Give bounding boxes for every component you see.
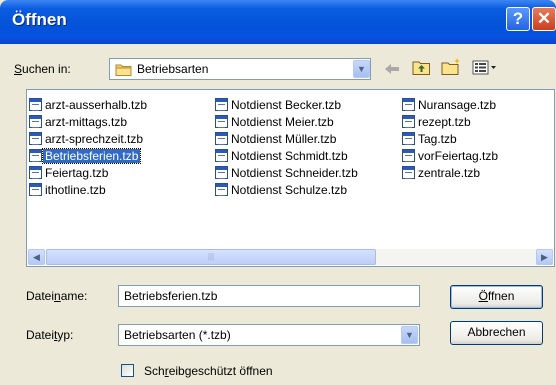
horizontal-scrollbar[interactable]: ◀ ||| ▶ xyxy=(28,249,553,265)
file-name: Feiertag.tzb xyxy=(45,165,109,180)
filetype-select[interactable]: Betriebsarten (*.tzb) xyxy=(118,324,420,346)
back-arrow-icon[interactable] xyxy=(384,62,400,76)
file-name: Nuransage.tzb xyxy=(418,97,497,112)
file-name: arzt-ausserhalb.tzb xyxy=(45,97,148,112)
file-item[interactable]: Notdienst Becker.tzb xyxy=(215,96,341,113)
tzb-file-icon xyxy=(29,98,42,111)
file-item[interactable]: ithotline.tzb xyxy=(29,181,106,198)
tzb-file-icon xyxy=(402,98,415,111)
file-name: Notdienst Schneider.tzb xyxy=(231,165,358,180)
tzb-file-icon xyxy=(402,149,415,162)
scroll-thumb[interactable]: ||| xyxy=(46,249,376,265)
filename-input[interactable]: Betriebsferien.tzb xyxy=(118,285,420,307)
file-item[interactable]: vorFeiertag.tzb xyxy=(402,147,498,164)
lookin-value: Betriebsarten xyxy=(137,62,209,76)
tzb-file-icon xyxy=(215,132,228,145)
file-name: rezept.tzb xyxy=(418,114,471,129)
lookin-label: Suchen in: xyxy=(14,62,71,76)
file-item[interactable]: Notdienst Schulze.tzb xyxy=(215,181,347,198)
readonly-checkbox[interactable] xyxy=(121,364,134,377)
up-folder-icon[interactable] xyxy=(412,59,431,76)
tzb-file-icon xyxy=(215,115,228,128)
cancel-button[interactable]: Abbrechen xyxy=(450,321,543,345)
filetype-dropdown-button[interactable]: ▼ xyxy=(401,326,418,344)
tzb-file-icon xyxy=(402,115,415,128)
scroll-right-button[interactable]: ▶ xyxy=(536,249,553,265)
file-name: Notdienst Meier.tzb xyxy=(231,114,334,129)
file-item[interactable]: Notdienst Schneider.tzb xyxy=(215,164,358,181)
scroll-left-button[interactable]: ◀ xyxy=(28,249,45,265)
tzb-file-icon xyxy=(29,115,42,128)
tzb-file-icon xyxy=(29,183,42,196)
folder-icon xyxy=(115,64,132,76)
open-button[interactable]: Öffnen xyxy=(450,285,543,309)
file-item[interactable]: Notdienst Meier.tzb xyxy=(215,113,334,130)
file-name: vorFeiertag.tzb xyxy=(418,148,499,163)
tzb-file-icon xyxy=(215,149,228,162)
new-folder-icon[interactable] xyxy=(441,57,462,76)
file-item[interactable]: arzt-sprechzeit.tzb xyxy=(29,130,143,147)
file-name: Notdienst Schulze.tzb xyxy=(231,182,348,197)
window-title: Öffnen xyxy=(12,10,67,29)
tzb-file-icon xyxy=(215,166,228,179)
filename-label: Dateiname: xyxy=(26,289,88,303)
help-button[interactable]: ? xyxy=(506,7,530,31)
tzb-file-icon xyxy=(29,166,42,179)
tzb-file-icon xyxy=(29,132,42,145)
tzb-file-icon xyxy=(29,149,42,162)
file-item[interactable]: rezept.tzb xyxy=(402,113,471,130)
title-bar[interactable]: Öffnen ? ✕ xyxy=(0,0,556,44)
file-item[interactable]: Tag.tzb xyxy=(402,130,457,147)
file-name: arzt-sprechzeit.tzb xyxy=(45,131,144,146)
file-name: Betriebsferien.tzb xyxy=(41,147,142,164)
filetype-value: Betriebsarten (*.tzb) xyxy=(124,328,231,342)
file-item[interactable]: arzt-ausserhalb.tzb xyxy=(29,96,147,113)
file-item[interactable]: Betriebsferien.tzb xyxy=(29,147,142,164)
tzb-file-icon xyxy=(402,166,415,179)
file-name: Tag.tzb xyxy=(418,131,457,146)
filetype-label: Dateityp: xyxy=(26,328,74,342)
file-name: arzt-mittags.tzb xyxy=(45,114,128,129)
file-name: zentrale.tzb xyxy=(418,165,481,180)
tzb-file-icon xyxy=(402,132,415,145)
lookin-combo[interactable]: Betriebsarten xyxy=(109,58,371,80)
file-item[interactable]: Feiertag.tzb xyxy=(29,164,108,181)
file-item[interactable]: Nuransage.tzb xyxy=(402,96,496,113)
readonly-label[interactable]: Schreibgeschützt öffnen xyxy=(144,364,273,378)
file-list[interactable]: arzt-ausserhalb.tzb arzt-mittags.tzb arzt-… xyxy=(26,89,555,267)
lookin-dropdown-button[interactable]: ▼ xyxy=(353,60,370,78)
close-button[interactable]: ✕ xyxy=(532,7,556,31)
file-item[interactable]: zentrale.tzb xyxy=(402,164,480,181)
file-item[interactable]: Notdienst Schmidt.tzb xyxy=(215,147,348,164)
file-name: Notdienst Schmidt.tzb xyxy=(231,148,348,163)
tzb-file-icon xyxy=(215,183,228,196)
file-name: Notdienst Müller.tzb xyxy=(231,131,337,146)
file-name: Notdienst Becker.tzb xyxy=(231,97,342,112)
view-menu-icon[interactable] xyxy=(472,60,498,75)
file-name: ithotline.tzb xyxy=(45,182,106,197)
file-item[interactable]: arzt-mittags.tzb xyxy=(29,113,127,130)
tzb-file-icon xyxy=(215,98,228,111)
file-item[interactable]: Notdienst Müller.tzb xyxy=(215,130,336,147)
